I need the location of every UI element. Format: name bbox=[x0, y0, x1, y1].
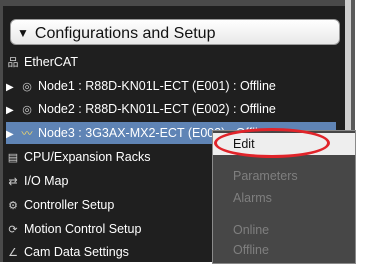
expand-arrow-icon[interactable]: ▶ bbox=[6, 100, 16, 122]
tree-item-label: CPU/Expansion Racks bbox=[24, 150, 151, 164]
tree-item-label: I/O Map bbox=[24, 174, 69, 188]
menu-item-alarms[interactable]: Alarms bbox=[213, 187, 355, 209]
tree-item-cam-data[interactable]: ∠ Cam Data Settings bbox=[6, 241, 129, 263]
device-icon: ◎ bbox=[22, 81, 32, 93]
rack-icon: ▤ bbox=[7, 152, 19, 164]
tree-item-label: Motion Control Setup bbox=[24, 222, 142, 236]
menu-item-offline[interactable]: Offline bbox=[213, 239, 355, 261]
cam-icon: ∠ bbox=[8, 247, 18, 259]
tree-item-node2[interactable]: ▶ ◎ Node2 : R88D-KN01L-ECT (E002) : Offlin… bbox=[6, 98, 276, 120]
tree-item-node1[interactable]: ▶ ◎ Node1 : R88D-KN01L-ECT (E001) : Offlin… bbox=[6, 75, 276, 97]
network-icon: 品 bbox=[7, 57, 19, 69]
io-map-icon: ⇄ bbox=[8, 176, 18, 188]
header-label: Configurations and Setup bbox=[34, 25, 216, 42]
tree-item-label: Cam Data Settings bbox=[24, 245, 129, 259]
tree-item-controller-setup[interactable]: ⚙ Controller Setup bbox=[6, 194, 114, 216]
tree-item-ethercat[interactable]: 品 EtherCAT bbox=[6, 51, 78, 73]
tree-item-label: Controller Setup bbox=[24, 198, 115, 212]
expand-arrow-icon[interactable]: ▶ bbox=[6, 77, 16, 99]
highlight-oval bbox=[214, 128, 330, 158]
tree-item-label: EtherCAT bbox=[24, 55, 78, 69]
background-edge bbox=[355, 0, 366, 262]
triangle-down-icon[interactable]: ▼ bbox=[17, 26, 29, 40]
menu-item-online[interactable]: Online bbox=[213, 219, 355, 241]
device-icon: ◎ bbox=[22, 104, 32, 116]
tree-item-label: Node1 : R88D-KN01L-ECT (E001) : Offline bbox=[38, 79, 276, 93]
tree-item-label: Node2 : R88D-KN01L-ECT (E002) : Offline bbox=[38, 102, 276, 116]
tree-item-io-map[interactable]: ⇄ I/O Map bbox=[6, 170, 68, 192]
inverter-icon: 〰 bbox=[21, 128, 33, 140]
menu-item-parameters[interactable]: Parameters bbox=[213, 165, 355, 187]
expand-arrow-icon[interactable]: ▶ bbox=[6, 124, 16, 146]
configurations-setup-header[interactable]: ▼ Configurations and Setup bbox=[10, 19, 340, 45]
motion-icon: ⟳ bbox=[8, 224, 18, 236]
controller-icon: ⚙ bbox=[8, 200, 18, 212]
tree-item-motion-control[interactable]: ⟳ Motion Control Setup bbox=[6, 218, 141, 240]
tree-item-cpu-racks[interactable]: ▤ CPU/Expansion Racks bbox=[6, 146, 151, 168]
